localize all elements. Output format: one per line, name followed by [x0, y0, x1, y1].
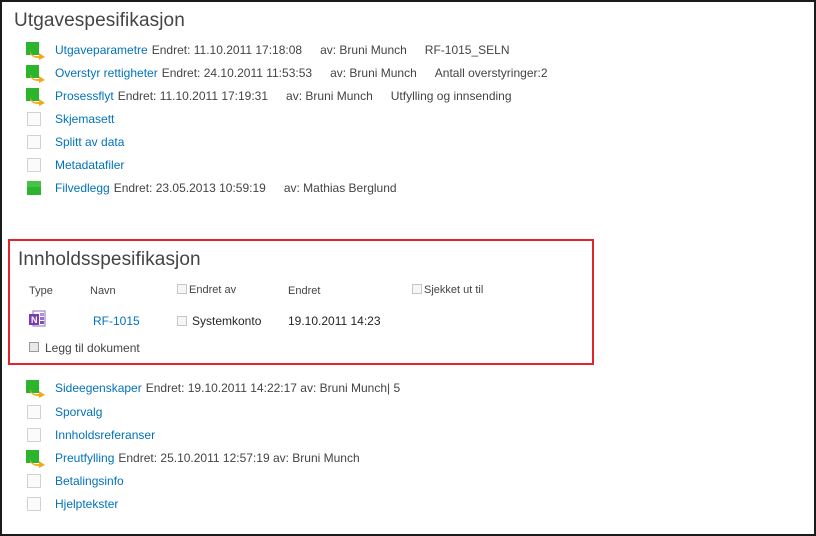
link-splitt-av-data[interactable]: Splitt av data	[55, 135, 124, 149]
empty-checkbox-icon	[26, 427, 43, 444]
modified-info: Endret: 11.10.2011 17:19:31	[117, 89, 269, 103]
list-item: Skjemasett	[26, 109, 118, 129]
item-extra: Utfylling og innsending	[390, 89, 512, 103]
item-extra: Antall overstyringer:2	[434, 66, 548, 80]
green-arrow-icon	[26, 449, 45, 468]
empty-checkbox-icon	[26, 134, 43, 151]
section-title-innholdsspesifikasjon: Innholdsspesifikasjon	[18, 249, 201, 270]
svg-text:N: N	[31, 315, 38, 325]
section-title-utgavespesifikasjon: Utgavespesifikasjon	[14, 10, 185, 31]
modified-by: av: Bruni Munch	[330, 66, 417, 80]
modified-cell: 19.10.2011 14:23	[288, 314, 381, 328]
modified-info: Endret: 11.10.2011 17:18:08	[151, 43, 303, 57]
modified-info: Endret: 23.05.2013 10:59:19	[113, 181, 266, 195]
link-sideegenskaper[interactable]: Sideegenskaper	[55, 381, 142, 395]
link-filvedlegg[interactable]: Filvedlegg	[55, 181, 110, 195]
add-document-link[interactable]: Legg til dokument	[29, 341, 140, 355]
link-preutfylling[interactable]: Preutfylling	[55, 451, 114, 465]
green-arrow-icon	[26, 41, 45, 60]
modified-info: Endret: 24.10.2011 11:53:53	[161, 66, 313, 80]
document-link-rf-1015[interactable]: RF-1015	[93, 314, 140, 328]
list-item: Metadatafiler	[26, 155, 128, 175]
list-item: Filvedlegg Endret: 23.05.2013 10:59:19 a…	[26, 178, 397, 198]
column-header-type: Type	[29, 285, 53, 297]
green-arrow-icon	[26, 379, 45, 398]
list-item: Innholdsreferanser	[26, 425, 159, 445]
green-arrow-icon	[26, 64, 45, 83]
green-square-icon	[26, 180, 43, 197]
list-item: Preutfylling Endret: 25.10.2011 12:57:19…	[26, 448, 360, 468]
list-item: Prosessflyt Endret: 11.10.2011 17:19:31 …	[26, 86, 512, 106]
presence-icon	[177, 316, 187, 326]
link-utgaveparametre[interactable]: Utgaveparametre	[55, 43, 148, 57]
link-innholdsreferanser[interactable]: Innholdsreferanser	[55, 428, 155, 442]
list-item: Utgaveparametre Endret: 11.10.2011 17:18…	[26, 40, 510, 60]
list-item: Sporvalg	[26, 402, 106, 422]
column-header-checked-out[interactable]: Sjekket ut til	[412, 284, 483, 296]
add-icon	[29, 342, 39, 352]
list-item: Sideegenskaper Endret: 19.10.2011 14:22:…	[26, 378, 400, 398]
highlight-box: Innholdsspesifikasjon Type Navn Endret a…	[8, 239, 594, 365]
link-overstyr-rettigheter[interactable]: Overstyr rettigheter	[55, 66, 158, 80]
document-name-cell: RF-1015	[93, 314, 140, 328]
list-item: Splitt av data	[26, 132, 128, 152]
column-header-modified-by[interactable]: Endret av	[177, 284, 236, 296]
link-hjelptekster[interactable]: Hjelptekster	[55, 497, 118, 511]
link-prosessflyt[interactable]: Prosessflyt	[55, 89, 114, 103]
checkbox-icon	[412, 284, 422, 294]
link-betalingsinfo[interactable]: Betalingsinfo	[55, 474, 124, 488]
item-extra: RF-1015_SELN	[424, 43, 510, 57]
green-arrow-icon	[26, 87, 45, 106]
checkbox-icon	[177, 284, 187, 294]
list-item: Hjelptekster	[26, 494, 122, 514]
link-skjemasett[interactable]: Skjemasett	[55, 112, 114, 126]
empty-checkbox-icon	[26, 496, 43, 513]
link-sporvalg[interactable]: Sporvalg	[55, 405, 102, 419]
empty-checkbox-icon	[26, 473, 43, 490]
column-header-name: Navn	[90, 285, 116, 297]
modified-by-cell: Systemkonto	[177, 314, 261, 328]
empty-checkbox-icon	[26, 111, 43, 128]
modified-info: Endret: 19.10.2011 14:22:17 av: Bruni Mu…	[145, 381, 401, 395]
onenote-icon[interactable]: N	[28, 310, 46, 328]
empty-checkbox-icon	[26, 157, 43, 174]
modified-by: av: Mathias Berglund	[283, 181, 397, 195]
list-item: Betalingsinfo	[26, 471, 128, 491]
link-metadatafiler[interactable]: Metadatafiler	[55, 158, 124, 172]
page-frame: Utgavespesifikasjon Utgaveparametre Endr…	[0, 0, 816, 536]
list-item: Overstyr rettigheter Endret: 24.10.2011 …	[26, 63, 548, 83]
column-header-modified: Endret	[288, 285, 321, 297]
modified-by: av: Bruni Munch	[320, 43, 407, 57]
empty-checkbox-icon	[26, 404, 43, 421]
modified-by: av: Bruni Munch	[286, 89, 373, 103]
modified-info: Endret: 25.10.2011 12:57:19 av: Bruni Mu…	[118, 451, 360, 465]
